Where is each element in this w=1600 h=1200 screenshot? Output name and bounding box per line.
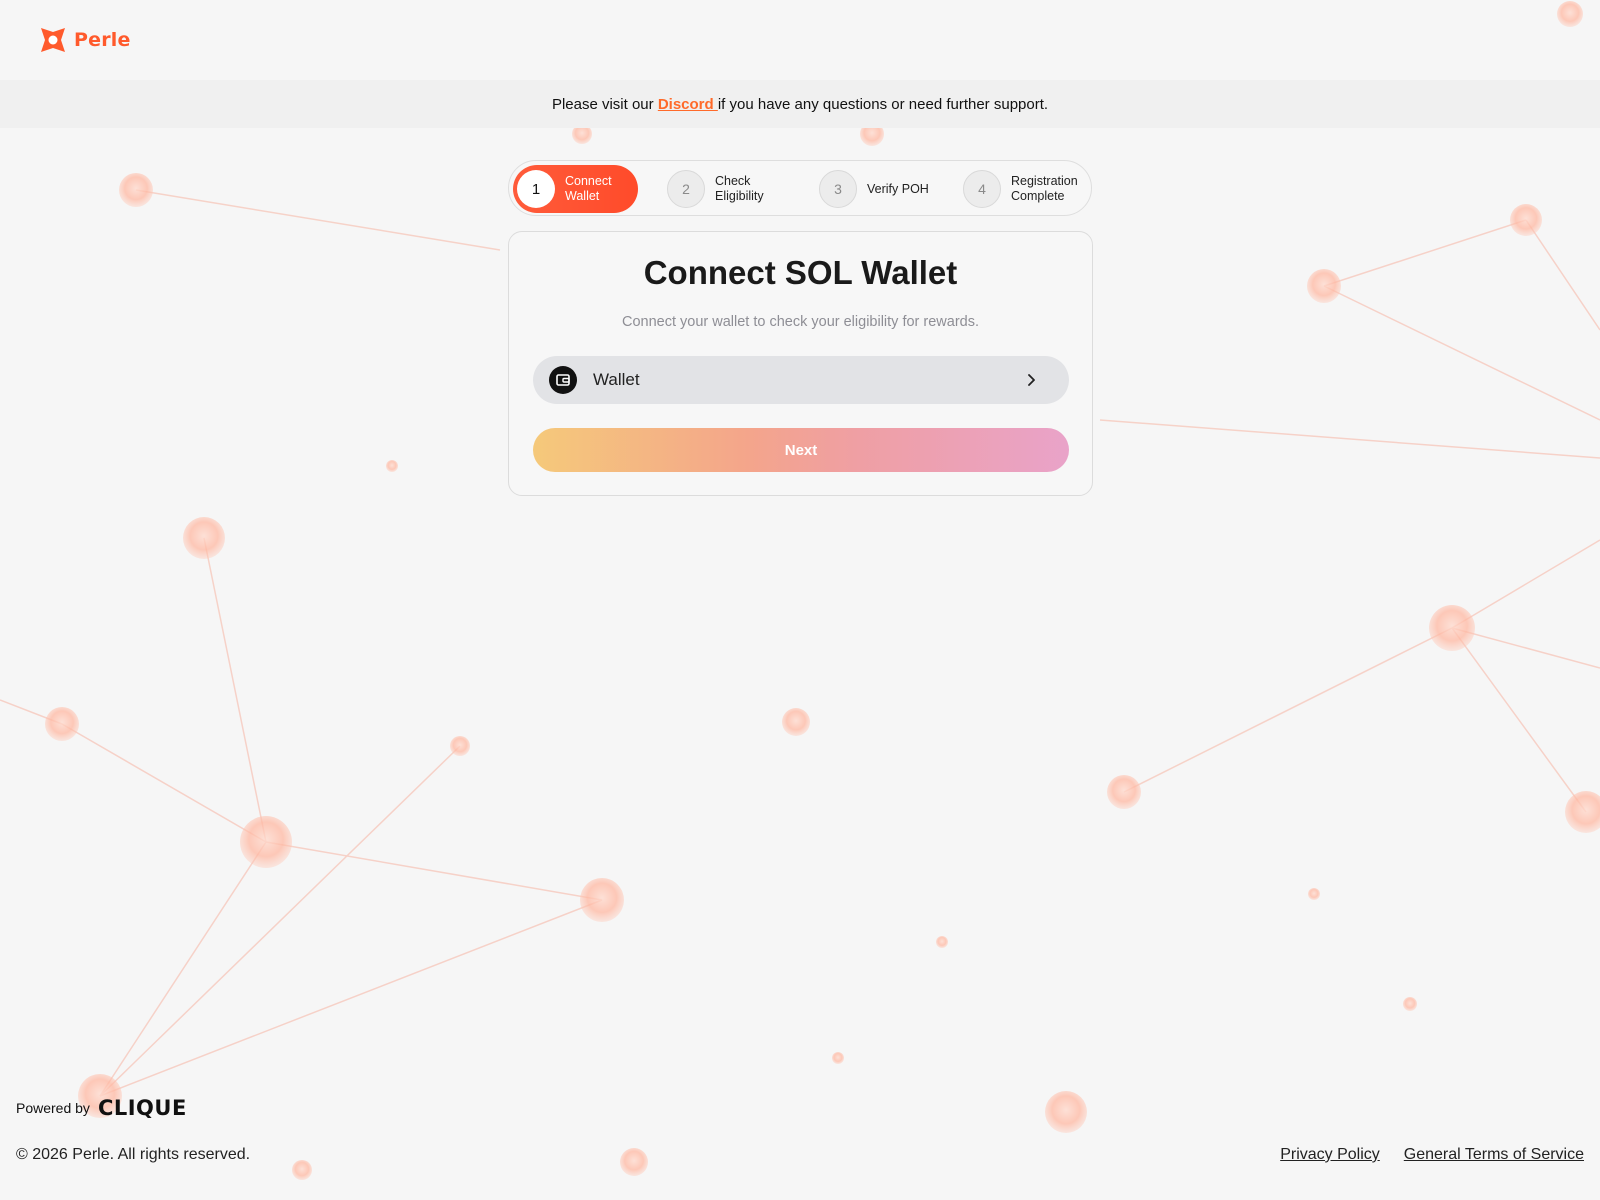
support-notice: Please visit our Discord if you have any… (0, 80, 1600, 128)
step-check-eligibility[interactable]: 2 Check Eligibility (667, 165, 764, 213)
powered-by: Powered by CLIQUE (16, 1096, 187, 1120)
registration-stepper: 1 Connect Wallet 2 Check Eligibility 3 V… (508, 160, 1092, 216)
step-label: Connect Wallet (565, 174, 612, 203)
brand-logo[interactable]: Perle (40, 27, 131, 53)
clique-logo[interactable]: CLIQUE (98, 1096, 187, 1120)
copyright-text: © 2026 Perle. All rights reserved. (16, 1146, 251, 1163)
wallet-select-button[interactable]: Wallet (533, 356, 1069, 404)
step-label: Registration Complete (1011, 174, 1078, 203)
top-header: Perle (0, 0, 1600, 80)
step-label: Verify POH (867, 181, 929, 196)
powered-by-label: Powered by (16, 1100, 90, 1116)
page-title: Connect SOL Wallet (643, 254, 958, 291)
page-subtitle: Connect your wallet to check your eligib… (621, 314, 979, 330)
discord-link[interactable]: Discord (658, 96, 718, 113)
privacy-policy-link[interactable]: Privacy Policy (1280, 1146, 1380, 1164)
connect-wallet-card: Connect SOL Wallet Connect your wallet t… (508, 231, 1093, 496)
step-registration-complete[interactable]: 4 Registration Complete (963, 165, 1078, 213)
chevron-right-icon (1028, 374, 1035, 386)
perle-logo-icon (41, 28, 65, 52)
step-number: 3 (819, 170, 857, 208)
step-number: 1 (517, 170, 555, 208)
terms-of-service-link[interactable]: General Terms of Service (1404, 1146, 1584, 1164)
next-button[interactable]: Next (533, 428, 1069, 472)
notice-prefix: Please visit our (551, 95, 658, 113)
notice-suffix: if you have any questions or need furthe… (717, 95, 1049, 113)
step-label: Check Eligibility (715, 174, 764, 203)
brand-name: Perle (74, 29, 131, 51)
step-number: 4 (963, 170, 1001, 208)
wallet-label: Wallet (593, 370, 640, 389)
wallet-icon (549, 366, 577, 394)
step-verify-poh[interactable]: 3 Verify POH (819, 165, 929, 213)
legal-links: Privacy Policy General Terms of Service (1280, 1146, 1584, 1164)
step-connect-wallet[interactable]: 1 Connect Wallet (513, 165, 638, 213)
step-number: 2 (667, 170, 705, 208)
